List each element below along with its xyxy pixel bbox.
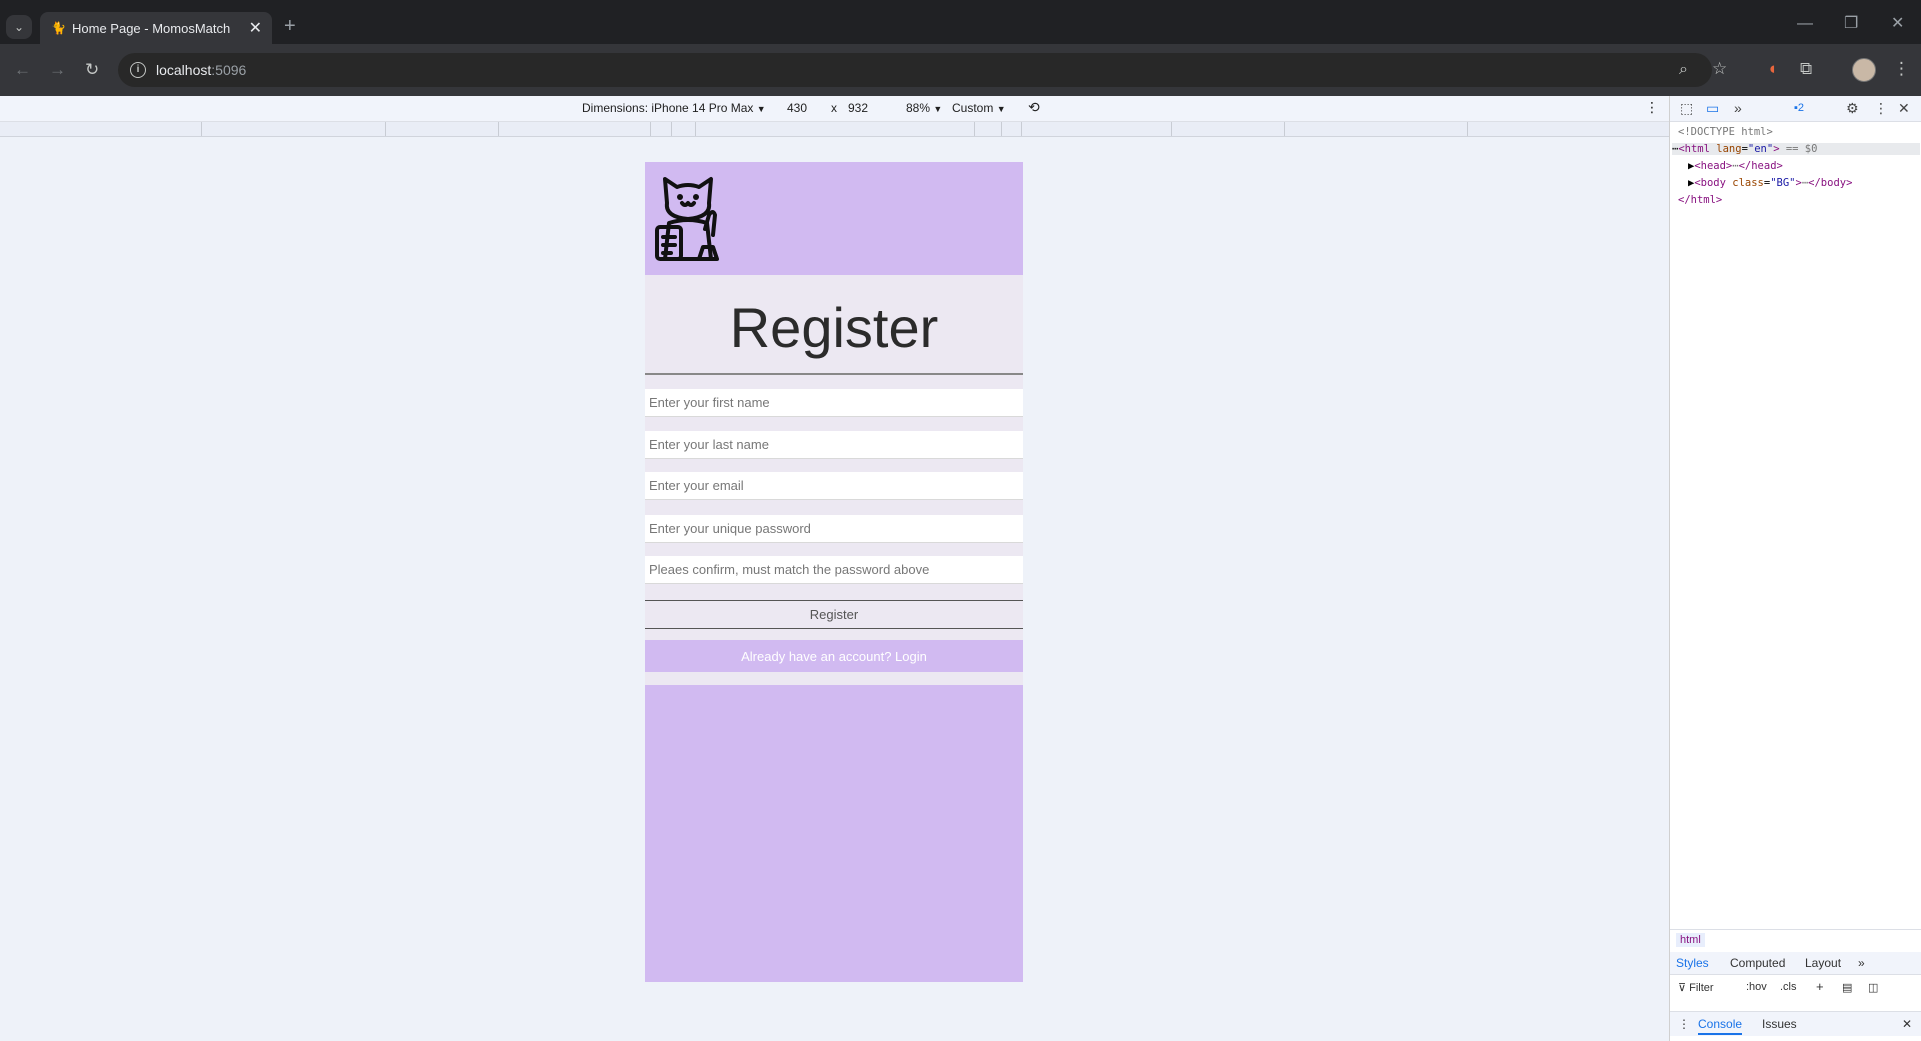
last-name-field[interactable] [645,431,1023,459]
tab-issues[interactable]: Issues [1762,1017,1797,1031]
more-tabs-icon[interactable]: » [1734,100,1742,116]
confirm-password-field[interactable] [645,556,1023,584]
sidebar-toggle-icon[interactable]: ◫ [1868,981,1878,994]
phone-screen: Register Register Already have an accoun… [645,162,1023,982]
drawer-close-icon[interactable]: ✕ [1902,1017,1912,1031]
reload-button[interactable]: ↻ [85,61,99,79]
site-info-icon[interactable]: i [130,62,146,78]
breadcrumb: html [1670,929,1921,952]
window-close-button[interactable]: ✕ [1891,16,1904,32]
cat-mascot-logo-icon [655,177,719,261]
inspect-element-icon[interactable]: ⬚ [1680,100,1693,117]
more-style-tabs-icon[interactable]: » [1858,956,1865,970]
paint-icon[interactable]: ▤ [1842,981,1852,994]
device-height-input[interactable]: 932 [848,101,868,115]
forward-button[interactable]: → [49,61,66,79]
url-text[interactable]: localhost:5096 [156,62,246,78]
zoom-icon[interactable]: ⌕ [1679,61,1688,79]
menu-icon[interactable]: ⋮ [1893,59,1910,79]
devtools-close-icon[interactable]: ✕ [1898,100,1910,117]
footer-band [645,685,1023,982]
page-title: Register [729,296,939,359]
tab-console[interactable]: Console [1698,1017,1743,1035]
login-link-button[interactable]: Already have an account? Login [645,640,1023,672]
devtools-toolbar: ⬚ ▭ » ▪2 ⚙ ⋮ ✕ [1670,96,1921,122]
tab-title: Home Page - MomosMatch [72,21,231,36]
more-options-icon[interactable]: ⋮ [1645,99,1659,116]
rotate-icon[interactable]: ⟲ [1028,99,1040,116]
media-query-bar[interactable] [0,122,1669,137]
throttle-select[interactable]: Custom ▼ [952,101,1006,115]
zoom-select[interactable]: 88% ▼ [906,101,942,115]
avatar[interactable] [1852,58,1876,82]
tab-close-icon[interactable]: ✕ [249,18,262,38]
first-name-field[interactable] [645,389,1023,417]
browser-toolbar: ← → ↻ i localhost:5096 ⌕ ☆ ◖ ⧉ ⋮ [0,44,1921,96]
device-dimensions-select[interactable]: Dimensions: iPhone 14 Pro Max ▼ [582,101,766,115]
device-width-input[interactable]: 430 [787,101,807,115]
puzzle-icon[interactable]: ⧉ [1800,59,1812,79]
address-bar[interactable]: i localhost:5096 ⌕ [118,53,1712,87]
email-field[interactable] [645,472,1023,500]
devtools-menu-icon[interactable]: ⋮ [1874,100,1888,117]
hov-toggle[interactable]: :hov [1746,981,1767,993]
tab-strip: ⌄ 🐈 Home Page - MomosMatch ✕ + — ❐ ✕ [0,0,1921,44]
header-band [645,162,1023,275]
breadcrumb-html[interactable]: html [1676,933,1705,947]
minimize-button[interactable]: — [1797,16,1813,32]
device-toolbar: Dimensions: iPhone 14 Pro Max ▼ 430 x 93… [0,96,1669,122]
drawer-tab-bar: ⋮ Console Issues ✕ [1670,1011,1921,1036]
devtools-panel: ⬚ ▭ » ▪2 ⚙ ⋮ ✕ <!DOCTYPE html> ⋯<html la… [1669,96,1921,1041]
new-tab-button[interactable]: + [284,16,296,36]
browser-tab[interactable]: 🐈 Home Page - MomosMatch ✕ [40,12,272,44]
tab-layout[interactable]: Layout [1805,956,1841,970]
device-toggle-icon[interactable]: ▭ [1706,100,1719,117]
back-button[interactable]: ← [14,61,31,79]
password-field[interactable] [645,515,1023,543]
register-button[interactable]: Register [645,600,1023,629]
dom-html-node[interactable]: ⋯<html lang="en"> == $0 [1672,143,1920,155]
dom-body-node[interactable]: ▶<body class="BG">⋯</body> [1688,177,1852,189]
filter-input[interactable]: ⊽ Filter [1678,981,1714,994]
styles-tab-bar: Styles Computed Layout » [1670,952,1921,975]
dimension-separator: x [831,101,837,115]
issues-badge[interactable]: ▪2 [1794,102,1804,114]
styles-filter-bar: ⊽ Filter :hov .cls + ▤ ◫ [1670,975,1921,1001]
title-band: Register [645,275,1023,375]
dom-doctype[interactable]: <!DOCTYPE html> [1678,126,1773,138]
settings-gear-icon[interactable]: ⚙ [1846,100,1859,117]
tab-computed[interactable]: Computed [1730,956,1785,970]
drawer-menu-icon[interactable]: ⋮ [1678,1017,1690,1031]
emulated-viewport: Dimensions: iPhone 14 Pro Max ▼ 430 x 93… [0,96,1669,1041]
cat-favicon-icon: 🐈 [51,21,66,35]
cls-toggle[interactable]: .cls [1780,981,1797,993]
dom-head-node[interactable]: ▶<head>⋯</head> [1688,160,1783,172]
new-rule-icon[interactable]: + [1816,979,1824,994]
tab-search-button[interactable]: ⌄ [6,15,32,39]
extension-icon[interactable]: ◖ [1767,59,1777,79]
star-icon[interactable]: ☆ [1712,59,1727,79]
tab-styles[interactable]: Styles [1676,956,1709,970]
restore-button[interactable]: ❐ [1844,16,1858,32]
dom-html-close: </html> [1678,194,1723,206]
